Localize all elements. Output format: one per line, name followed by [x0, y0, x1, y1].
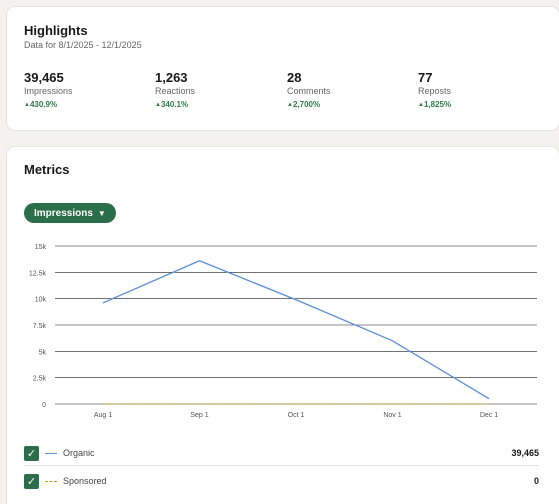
legend-total: 0 — [533, 476, 539, 486]
y-tick-label: 5k — [39, 349, 47, 356]
y-tick-label: 12.5k — [29, 270, 47, 277]
stat-change: ▲1,825% — [418, 100, 452, 109]
stat-reactions: 1,263 Reactions ▲340.1% — [155, 70, 275, 112]
x-tick-label: Sep 1 — [190, 412, 208, 419]
stat-label: Reactions — [155, 86, 196, 96]
check-icon: ✓ — [26, 447, 37, 460]
y-tick-label: 2.5k — [33, 376, 47, 383]
y-tick-label: 10k — [35, 297, 47, 304]
y-tick-label: 7.5k — [33, 323, 47, 330]
stat-value: 28 — [287, 70, 302, 85]
highlights-date-range: Data for 8/1/2025 - 12/1/2025 — [24, 40, 142, 50]
legend-row-sponsored: ✓ Sponsored 0 — [24, 469, 539, 493]
x-tick-label: Aug 1 — [94, 412, 112, 419]
stat-reposts: 77 Reposts ▲1,825% — [418, 70, 538, 112]
stat-change: ▲430.9% — [24, 100, 58, 109]
y-tick-label: 0 — [42, 402, 46, 409]
stat-change: ▲340.1% — [155, 100, 189, 109]
x-tick-label: Dec 1 — [480, 412, 498, 419]
solid-line-swatch — [45, 452, 57, 454]
organic-checkbox[interactable]: ✓ — [24, 445, 39, 461]
stat-impressions: 39,465 Impressions ▲430.9% — [24, 70, 144, 112]
sponsored-checkbox[interactable]: ✓ — [24, 473, 39, 489]
legend-total: 39,465 — [511, 448, 539, 458]
metrics-card: Metrics Impressions ▼ 0 2.5k 5k 7.5k 10k 12.5… — [7, 147, 559, 504]
dashed-line-swatch — [45, 480, 57, 482]
y-tick-label: 15k — [35, 244, 47, 251]
legend-label: Sponsored — [63, 476, 107, 486]
legend-row-organic: ✓ Organic 39,465 — [24, 441, 539, 466]
stat-value: 1,263 — [155, 70, 188, 85]
legend-label: Organic — [63, 448, 95, 458]
stat-value: 39,465 — [24, 70, 64, 85]
stat-value: 77 — [418, 70, 433, 85]
x-tick-label: Oct 1 — [288, 412, 305, 419]
stat-label: Reposts — [418, 86, 452, 96]
highlights-title: Highlights — [24, 23, 88, 38]
impressions-line-chart: 0 2.5k 5k 7.5k 10k 12.5k 15k Aug 1 Sep 1 Oct 1 Nov… — [29, 244, 537, 419]
series-line-organic — [102, 260, 490, 400]
x-tick-label: Nov 1 — [383, 412, 401, 419]
highlights-card: Highlights Data for 8/1/2025 - 12/1/2025… — [7, 7, 559, 130]
stat-change: ▲2,700% — [287, 100, 321, 109]
stat-label: Comments — [287, 86, 331, 96]
check-icon: ✓ — [26, 475, 37, 488]
stat-comments: 28 Comments ▲2,700% — [287, 70, 407, 112]
stat-label: Impressions — [24, 86, 73, 96]
